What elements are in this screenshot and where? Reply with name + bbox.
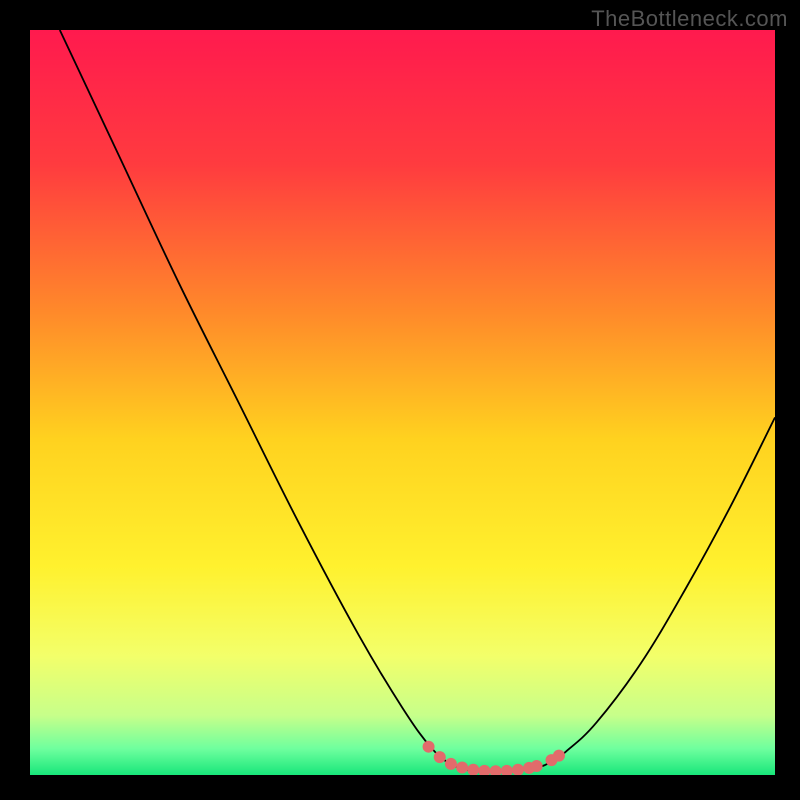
optimal-marker-dot bbox=[423, 741, 435, 753]
optimal-marker-dot bbox=[553, 750, 565, 762]
watermark-text: TheBottleneck.com bbox=[591, 6, 788, 32]
optimal-marker-dot bbox=[434, 751, 446, 763]
gradient-background bbox=[30, 30, 775, 775]
optimal-marker-dot bbox=[456, 762, 468, 774]
bottleneck-chart bbox=[30, 30, 775, 775]
optimal-marker-dot bbox=[445, 758, 457, 770]
optimal-marker-dot bbox=[531, 760, 543, 772]
chart-plot-area bbox=[30, 30, 775, 775]
